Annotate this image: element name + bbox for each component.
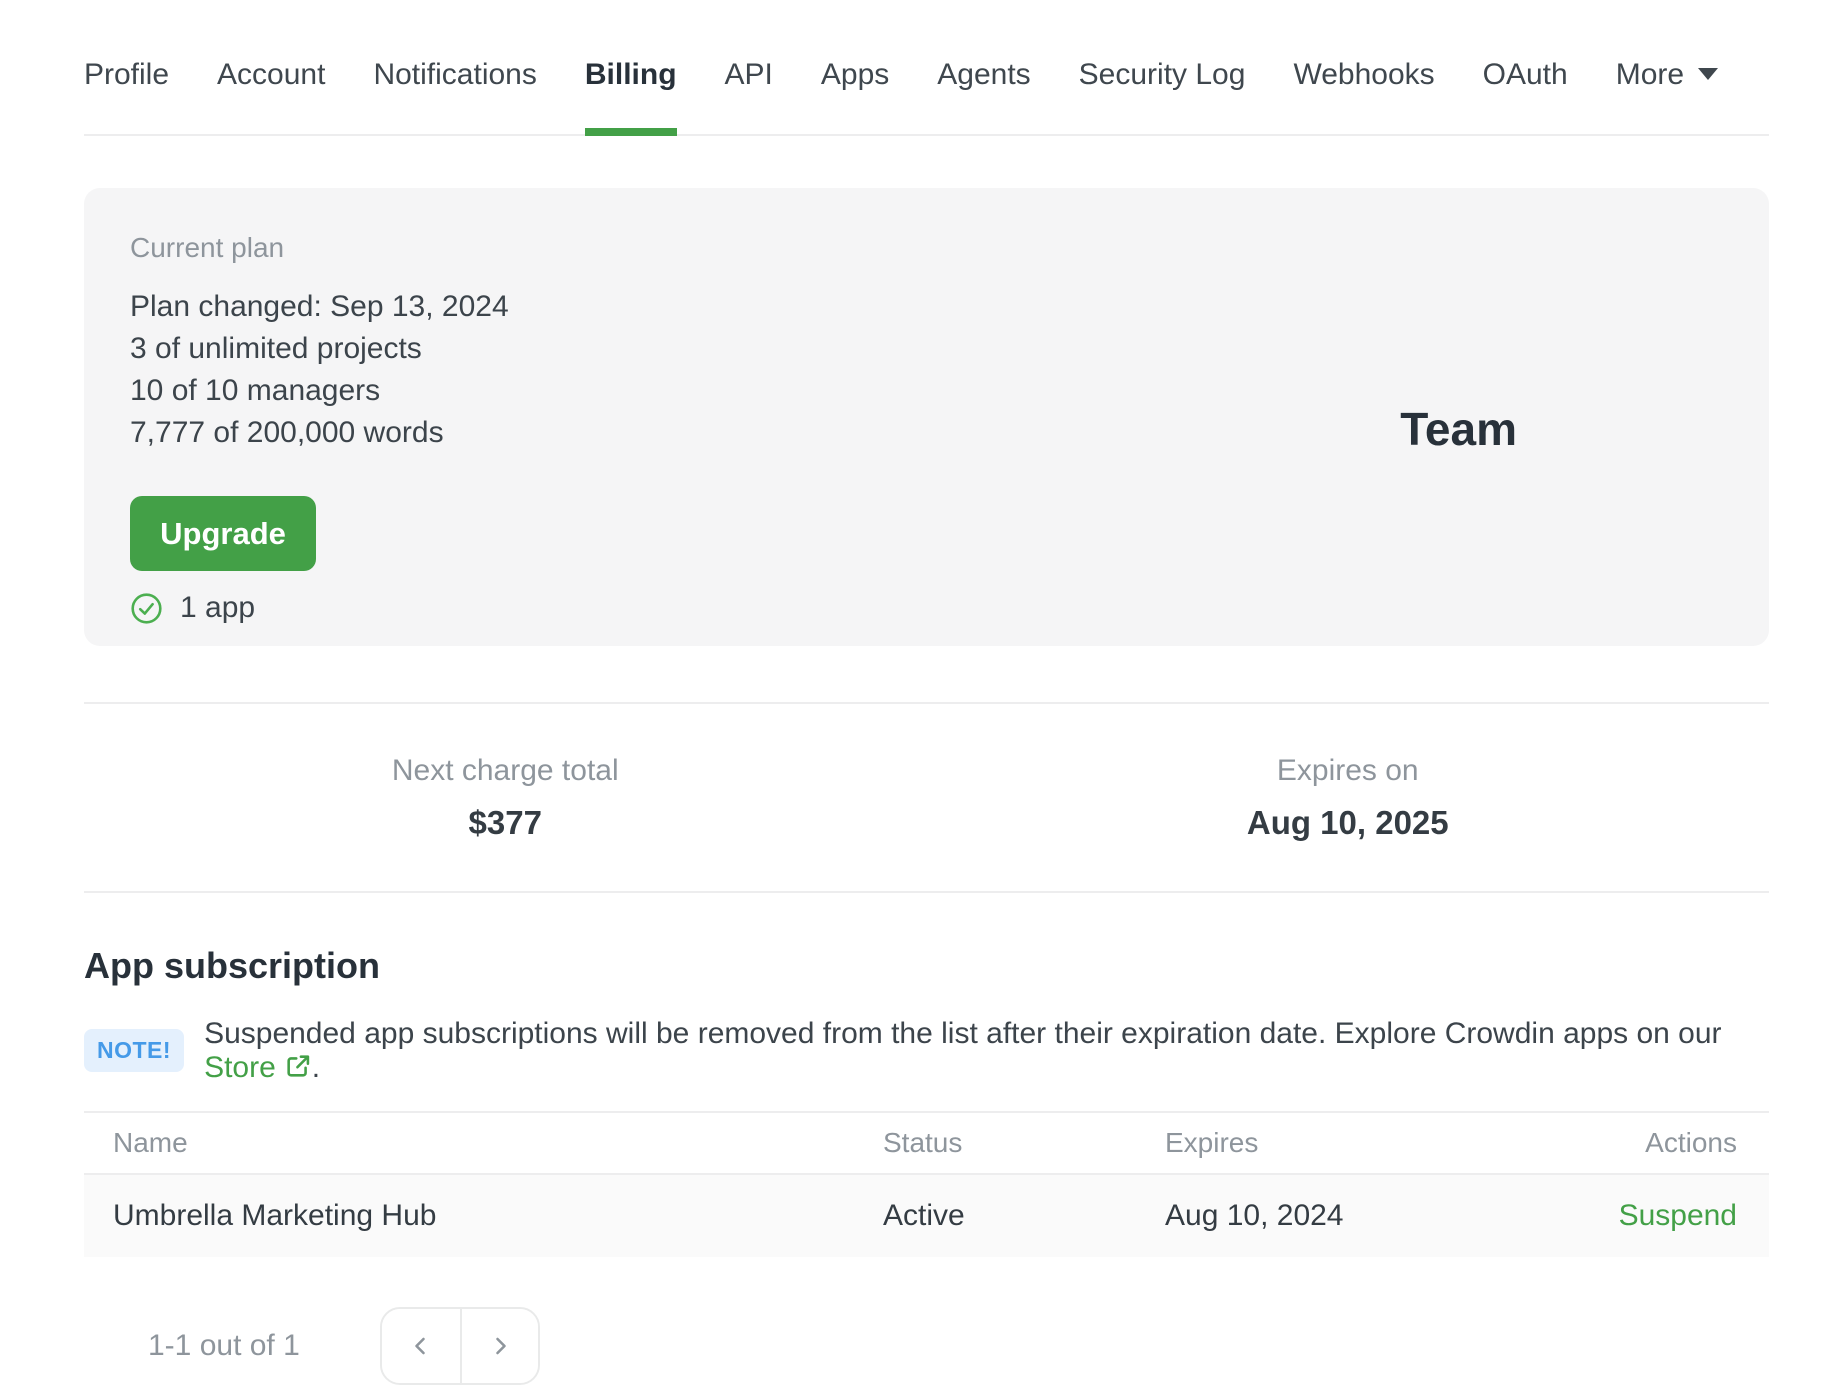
- tab-billing[interactable]: Billing: [584, 58, 677, 136]
- upgrade-button[interactable]: Upgrade: [130, 496, 316, 571]
- pagination: 1-1 out of 1: [84, 1306, 1769, 1385]
- next-charge-label: Next charge total: [391, 754, 619, 787]
- next-page-button[interactable]: [459, 1308, 538, 1383]
- tab-account[interactable]: Account: [217, 58, 325, 134]
- prev-page-button[interactable]: [381, 1308, 460, 1383]
- expires-on-value: Aug 10, 2025: [1246, 804, 1449, 841]
- col-header-status: Status: [883, 1126, 963, 1158]
- caret-down-icon: [1698, 68, 1719, 80]
- subscription-status: Active: [883, 1198, 965, 1232]
- subscription-note: NOTE! Suspended app subscriptions will b…: [84, 1017, 1769, 1085]
- next-charge-cell: Next charge total $377: [84, 754, 927, 842]
- apps-included-row: 1 app: [130, 591, 1713, 625]
- billing-page: Profile Account Notifications Billing AP…: [0, 0, 1847, 1385]
- col-header-expires: Expires: [1165, 1126, 1259, 1158]
- check-circle-icon: [131, 592, 162, 624]
- store-link[interactable]: Store: [204, 1051, 276, 1084]
- next-charge-value: $377: [468, 804, 542, 841]
- plan-changed-date: Plan changed: Sep 13, 2024: [130, 290, 509, 323]
- tab-more[interactable]: More: [1615, 58, 1719, 134]
- tab-notifications[interactable]: Notifications: [373, 58, 536, 134]
- tab-apps[interactable]: Apps: [821, 58, 889, 134]
- chevron-right-icon: [495, 1337, 506, 1355]
- plan-name: Team: [1400, 403, 1517, 455]
- tab-webhooks[interactable]: Webhooks: [1293, 58, 1434, 134]
- subscription-name: Umbrella Marketing Hub: [113, 1198, 437, 1232]
- table-row: Umbrella Marketing Hub Active Aug 10, 20…: [84, 1174, 1769, 1257]
- tab-security-log[interactable]: Security Log: [1079, 58, 1246, 134]
- expires-on-label: Expires on: [1276, 754, 1419, 787]
- current-plan-label: Current plan: [130, 232, 285, 263]
- note-text: Suspended app subscriptions will be remo…: [204, 1016, 1722, 1084]
- tab-api[interactable]: API: [725, 58, 773, 134]
- projects-usage: 3 of unlimited projects: [130, 332, 422, 365]
- table-header-row: Name Status Expires Actions: [84, 1110, 1769, 1175]
- subscriptions-table: Name Status Expires Actions Umbrella Mar…: [84, 1110, 1769, 1257]
- apps-count-label: 1 app: [180, 591, 256, 624]
- billing-summary: Next charge total $377 Expires on Aug 10…: [84, 702, 1769, 893]
- external-link-icon[interactable]: [284, 1052, 312, 1080]
- suspend-link[interactable]: Suspend: [1619, 1199, 1737, 1232]
- settings-tab-bar: Profile Account Notifications Billing AP…: [84, 0, 1769, 136]
- tab-more-label: More: [1615, 58, 1685, 91]
- col-header-actions: Actions: [1645, 1126, 1737, 1158]
- pager-buttons: [379, 1306, 540, 1385]
- subscription-expires: Aug 10, 2024: [1165, 1198, 1344, 1232]
- note-suffix: .: [311, 1050, 321, 1084]
- app-subscription-title: App subscription: [84, 945, 380, 986]
- chevron-left-icon: [414, 1337, 425, 1355]
- current-plan-card: Current plan Plan changed: Sep 13, 2024 …: [84, 188, 1769, 646]
- pagination-label: 1-1 out of 1: [148, 1328, 300, 1362]
- tab-agents[interactable]: Agents: [937, 58, 1030, 134]
- col-header-name: Name: [113, 1126, 188, 1158]
- expires-cell: Expires on Aug 10, 2025: [927, 754, 1770, 842]
- note-badge: NOTE!: [84, 1029, 185, 1073]
- tab-profile[interactable]: Profile: [84, 58, 169, 134]
- tab-oauth[interactable]: OAuth: [1483, 58, 1568, 134]
